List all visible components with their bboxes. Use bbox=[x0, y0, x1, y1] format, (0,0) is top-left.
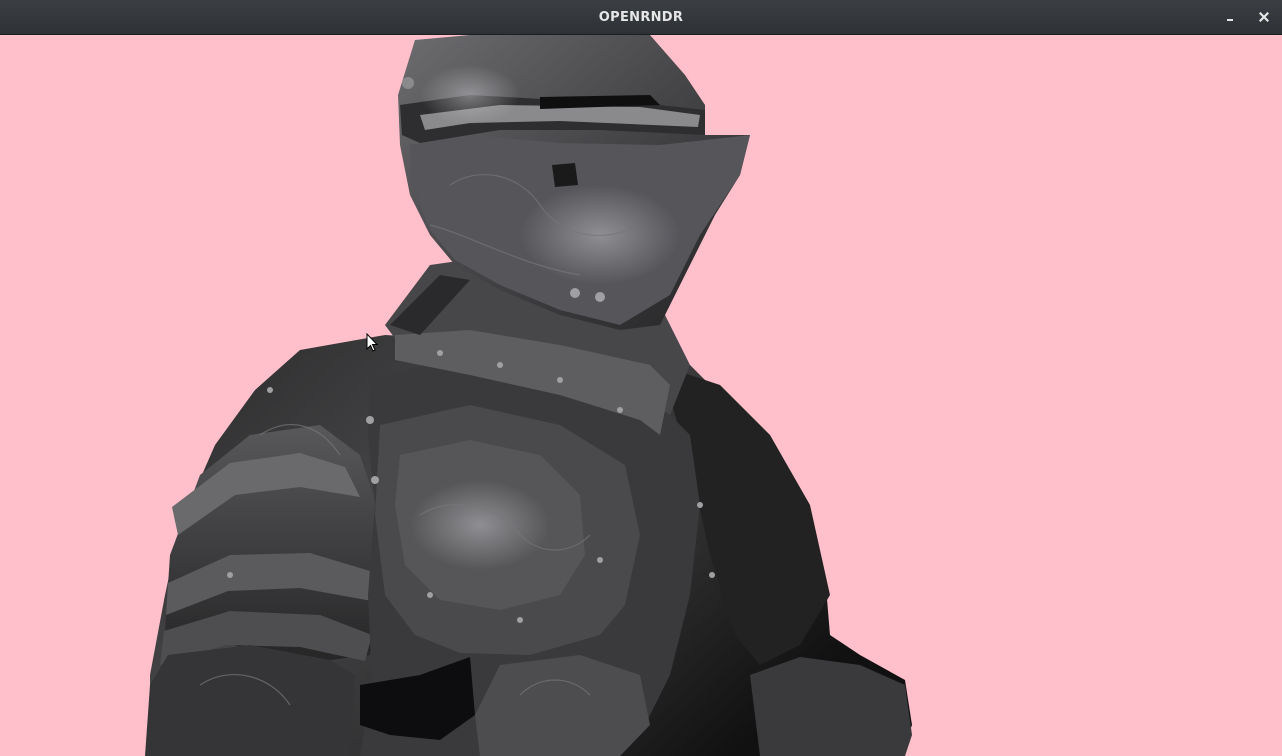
app-window: OPENRNDR bbox=[0, 0, 1282, 756]
mouse-cursor-icon bbox=[366, 333, 379, 352]
window-title: OPENRNDR bbox=[598, 10, 684, 25]
render-canvas[interactable] bbox=[0, 35, 1282, 756]
close-icon bbox=[1259, 12, 1269, 22]
title-bar[interactable]: OPENRNDR bbox=[0, 0, 1282, 35]
minimize-button[interactable] bbox=[1219, 6, 1241, 28]
knight-armor-render bbox=[145, 35, 912, 756]
minimize-icon bbox=[1225, 12, 1235, 22]
close-button[interactable] bbox=[1253, 6, 1275, 28]
